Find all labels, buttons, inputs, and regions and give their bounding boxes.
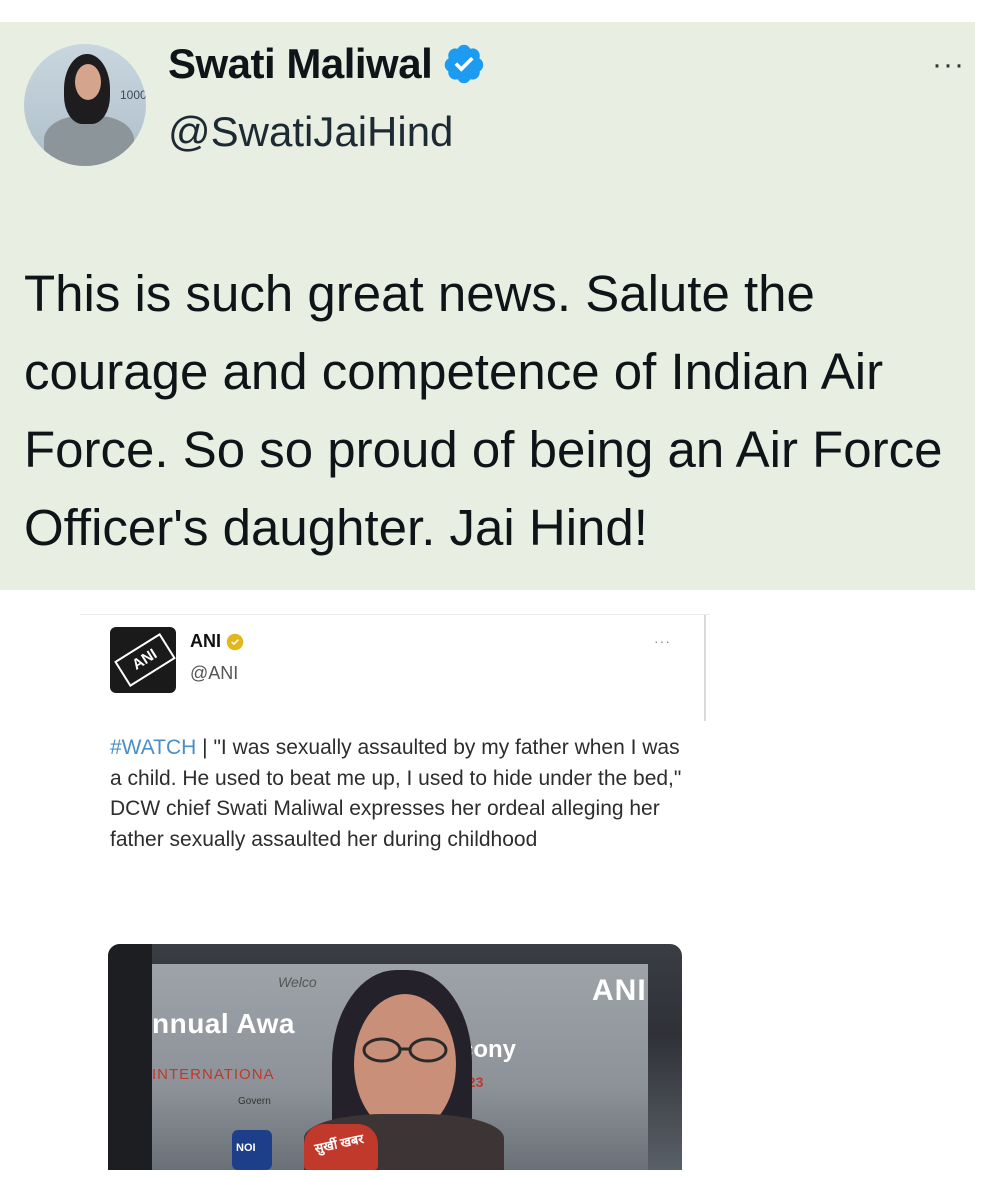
video-gov-text: Govern [238, 1096, 271, 1107]
quoted-author-row: ANI [190, 631, 244, 652]
video-thumbnail[interactable]: Welco nnual Awa cony INTERNATIONA 023 Go… [108, 944, 682, 1170]
quoted-author-handle[interactable]: @ANI [190, 663, 238, 684]
video-banner-left: nnual Awa [152, 1008, 295, 1039]
avatar[interactable]: 1000 [24, 44, 146, 166]
author-handle[interactable]: @SwatiJaiHind [168, 108, 453, 156]
hashtag-link[interactable]: #WATCH [110, 736, 196, 759]
video-watermark: ANI [592, 974, 647, 1007]
card-divider [704, 615, 706, 721]
quoted-more-options-icon[interactable]: ··· [654, 633, 671, 649]
author-row: Swati Maliwal [168, 40, 486, 88]
speaker-face [354, 994, 456, 1134]
quoted-tweet-text: #WATCH | "I was sexually assaulted by my… [110, 733, 690, 855]
ani-logo[interactable]: ANI [110, 627, 176, 693]
video-intl-text: INTERNATIONA [152, 1066, 275, 1083]
avatar-banner-text: 1000 [120, 88, 146, 102]
video-dark-edge [108, 944, 152, 1170]
quoted-author-name[interactable]: ANI [190, 631, 221, 652]
avatar-face [75, 64, 101, 100]
microphone-blue-label: NOI [236, 1142, 256, 1154]
verified-badge-icon [444, 44, 484, 84]
gold-verified-badge-icon [226, 633, 244, 650]
quoted-tweet-body: | "I was sexually assaulted by my father… [110, 736, 682, 851]
main-tweet: 1000 Swati Maliwal @SwatiJaiHind ··· Thi… [0, 22, 975, 590]
speaker-glasses [362, 1037, 448, 1063]
ani-logo-text: ANI [114, 632, 176, 688]
tweet-text: This is such great news. Salute the cour… [24, 265, 943, 556]
author-name[interactable]: Swati Maliwal [168, 40, 433, 88]
more-options-icon[interactable]: ··· [932, 48, 965, 82]
video-script-text: Welco [278, 974, 317, 990]
